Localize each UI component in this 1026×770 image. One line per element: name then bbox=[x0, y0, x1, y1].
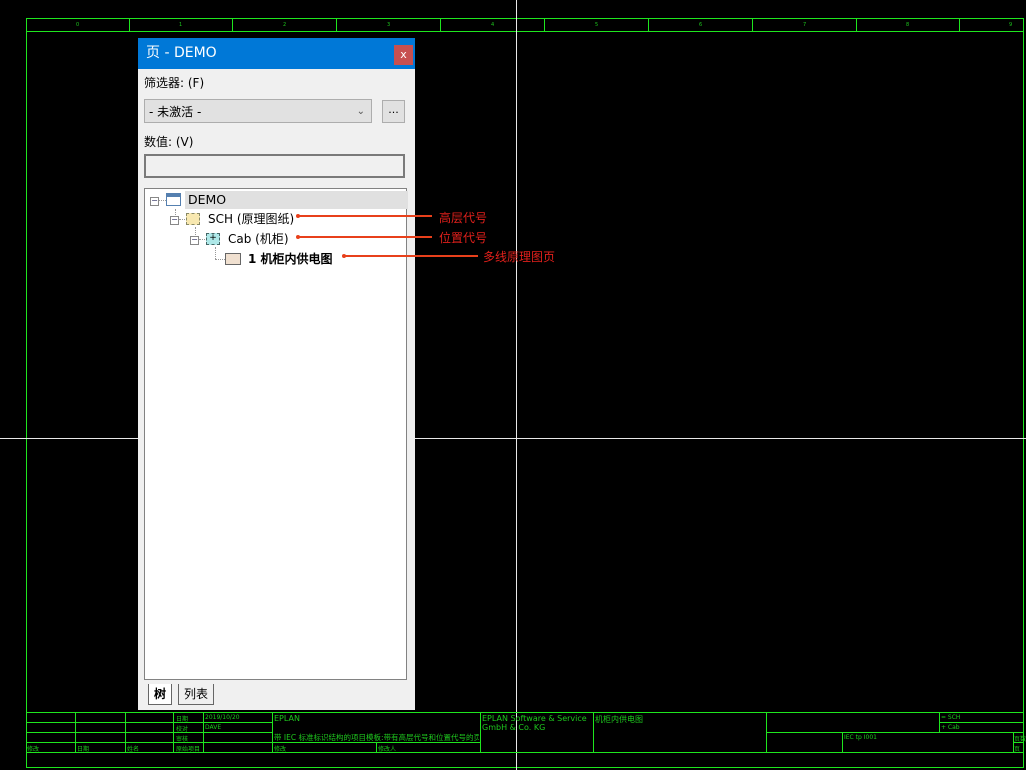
schematic-page-icon bbox=[225, 253, 241, 265]
annotation-higher-level: 高层代号 bbox=[439, 211, 488, 225]
modified-by-label: 修改人 bbox=[378, 746, 397, 753]
modify-label: 修改 bbox=[274, 746, 287, 753]
project-description: 带 IEC 标准标识结构的项目模板:带有高层代号和位置代号的页结构 bbox=[274, 733, 479, 742]
column-label: 9 bbox=[1009, 22, 1013, 28]
review-label: 审核 bbox=[176, 736, 189, 743]
name-label: 姓名 bbox=[127, 746, 140, 753]
filter-more-button[interactable]: ... bbox=[382, 100, 405, 123]
annotation-schematic-page: 多线原理图页 bbox=[483, 250, 556, 264]
maker-line2: GmbH & Co. KG bbox=[482, 723, 546, 732]
location-code: + Cab bbox=[941, 724, 960, 731]
check-label: 校对 bbox=[176, 726, 189, 733]
panel-title: 页 - DEMO bbox=[146, 45, 217, 61]
tab-list[interactable]: 列表 bbox=[178, 684, 215, 705]
column-label: 6 bbox=[699, 22, 703, 28]
checker-value: DAVE bbox=[205, 724, 222, 731]
page-navigator-panel: 页 - DEMO x 筛选器: (F) - 未激活 - ⌄ ... 数值: (V… bbox=[138, 38, 415, 710]
chevron-down-icon: ⌄ bbox=[356, 106, 365, 117]
pages-label: 页数 bbox=[1014, 736, 1026, 743]
higher-level-code: = SCH bbox=[941, 714, 961, 721]
project-icon bbox=[166, 193, 181, 206]
original-label: 原始项目 bbox=[176, 746, 201, 753]
date-value: 2019/10/20 bbox=[205, 714, 240, 721]
collapse-icon[interactable]: − bbox=[150, 197, 159, 206]
close-button[interactable]: x bbox=[394, 45, 413, 65]
column-label: 1 bbox=[179, 22, 183, 28]
value-label: 数值: (V) bbox=[144, 135, 194, 149]
company-name: EPLAN bbox=[274, 714, 300, 723]
location-icon: + bbox=[206, 233, 220, 245]
revision-date-label: 日期 bbox=[77, 746, 90, 753]
panel-titlebar[interactable]: 页 - DEMO x bbox=[138, 38, 415, 69]
tree-node-label: DEMO bbox=[185, 191, 408, 209]
column-label: 8 bbox=[906, 22, 910, 28]
tab-tree[interactable]: 树 bbox=[148, 684, 173, 705]
column-label: 3 bbox=[387, 22, 391, 28]
collapse-icon[interactable]: − bbox=[190, 236, 199, 245]
filter-value: - 未激活 - bbox=[149, 105, 202, 119]
page-tree[interactable]: − DEMO − SCH (原理图纸) − + Cab (机柜) 1 机柜内供电… bbox=[144, 188, 408, 680]
column-label: 0 bbox=[76, 22, 80, 28]
tree-node-project[interactable]: − DEMO bbox=[145, 191, 408, 209]
value-input[interactable] bbox=[144, 154, 405, 178]
date-label: 日期 bbox=[176, 716, 189, 723]
column-label: 2 bbox=[283, 22, 287, 28]
revision-label: 修改 bbox=[27, 746, 40, 753]
column-label: 5 bbox=[595, 22, 599, 28]
tree-node-label: 1 机柜内供电图 bbox=[248, 252, 333, 266]
filter-label: 筛选器: (F) bbox=[144, 76, 205, 90]
column-label: 4 bbox=[491, 22, 495, 28]
crosshair-vertical bbox=[516, 0, 517, 770]
tree-node-label: SCH (原理图纸) bbox=[208, 212, 295, 226]
page-code: IEC tp I001 bbox=[844, 734, 877, 741]
filter-dropdown[interactable]: - 未激活 - ⌄ bbox=[144, 99, 372, 123]
column-label: 7 bbox=[803, 22, 807, 28]
page-label: 页 bbox=[1014, 746, 1021, 753]
collapse-icon[interactable]: − bbox=[170, 216, 179, 225]
page-title: 机柜内供电图 bbox=[595, 715, 643, 724]
annotation-location: 位置代号 bbox=[439, 231, 488, 245]
maker-line1: EPLAN Software & Service bbox=[482, 714, 587, 723]
higher-level-icon bbox=[186, 213, 200, 225]
tree-node-label: Cab (机柜) bbox=[228, 232, 289, 246]
